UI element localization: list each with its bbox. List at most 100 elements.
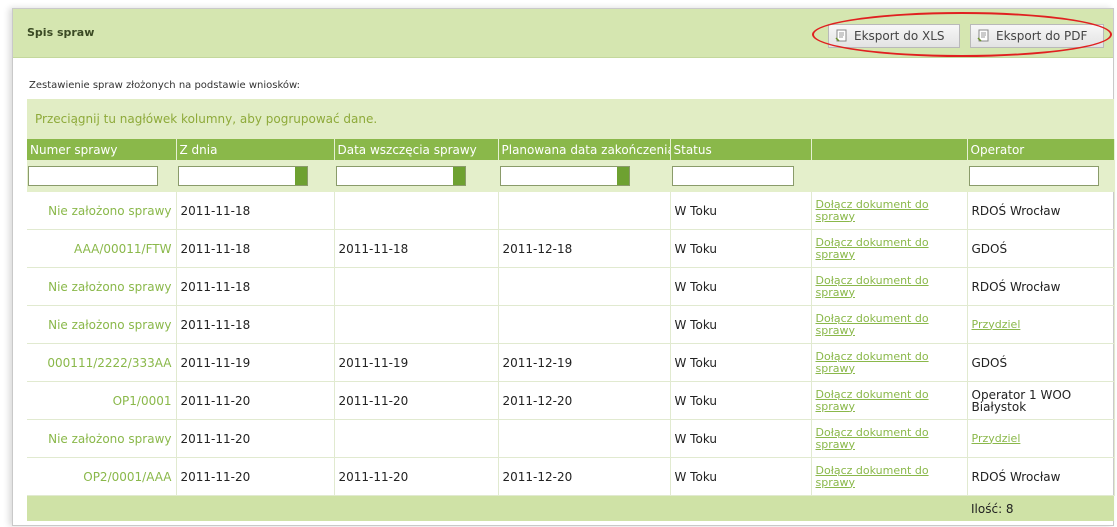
attach-document-link[interactable]: Dołącz dokument do sprawy (816, 236, 963, 261)
planned-date-cell: 2011-12-18 (498, 229, 671, 268)
status-cell: W Toku (670, 457, 812, 496)
case-table: Numer sprawy Z dnia Data wszczęcia spraw… (27, 139, 1115, 521)
attach-document-link[interactable]: Dołącz dokument do sprawy (816, 464, 963, 489)
case-number-cell: AAA/00011/FTW (27, 229, 177, 268)
table-row[interactable]: 000111/2222/333AA 2011-11-19 2011-11-19 201… (27, 343, 1115, 382)
export-xls-label: Eksport do XLS (854, 29, 945, 43)
filter-status-input[interactable] (671, 166, 794, 186)
operator-cell: RDOŚ Wrocław (967, 457, 1115, 496)
export-pdf-button[interactable]: Eksport do PDF (970, 24, 1104, 48)
planned-date-cell (498, 419, 671, 458)
attach-document-link[interactable]: Dołącz dokument do sprawy (816, 426, 963, 451)
date-cell: 2011-11-20 (176, 381, 335, 420)
case-list-panel: Spis spraw Eksport do XLS Eksport do PDF… (12, 8, 1115, 526)
operator-cell: RDOŚ Wrocław (967, 267, 1115, 306)
attach-document-link-cell: Dołącz dokument do sprawy (811, 457, 968, 496)
attach-document-link-cell: Dołącz dokument do sprawy (811, 267, 968, 306)
filter-numer-input[interactable] (28, 166, 158, 186)
case-number-cell: Nie założono sprawy (27, 267, 177, 306)
operator-cell: RDOŚ Wrocław (967, 192, 1115, 230)
date-cell: 2011-11-18 (176, 192, 335, 230)
status-cell: W Toku (670, 229, 812, 268)
start-date-cell: 2011-11-20 (334, 381, 499, 420)
export-xls-button[interactable]: Eksport do XLS (828, 24, 960, 48)
case-number-cell: Nie założono sprawy (27, 305, 177, 344)
table-row[interactable]: Nie założono sprawy 2011-11-18 W Toku Dołąc… (27, 305, 1115, 344)
table-row[interactable]: Nie założono sprawy 2011-11-18 W Toku Dołąc… (27, 267, 1115, 306)
column-header-z-dnia[interactable]: Z dnia (176, 139, 335, 160)
planned-date-cell (498, 192, 671, 230)
filter-wszczecie-input[interactable] (335, 166, 466, 186)
case-number-cell: OP2/0001/AAA (27, 457, 177, 496)
column-header-status[interactable]: Status (670, 139, 812, 160)
status-cell: W Toku (670, 305, 812, 344)
date-cell: 2011-11-19 (176, 343, 335, 382)
table-row[interactable]: AAA/00011/FTW 2011-11-18 2011-11-18 2011-12… (27, 229, 1115, 268)
operator-cell: GDOŚ (967, 229, 1115, 268)
start-date-cell: 2011-11-20 (334, 457, 499, 496)
export-document-icon (977, 29, 991, 43)
assign-link[interactable]: Przydziel (972, 432, 1110, 445)
date-picker-button[interactable] (616, 167, 629, 185)
case-number-cell: Nie założono sprawy (27, 192, 177, 230)
column-header-operator[interactable]: Operator (967, 139, 1115, 160)
case-number-cell: Nie założono sprawy (27, 419, 177, 458)
status-cell: W Toku (670, 381, 812, 420)
attach-document-link[interactable]: Dołącz dokument do sprawy (816, 388, 963, 413)
start-date-cell: 2011-11-18 (334, 229, 499, 268)
attach-document-link-cell: Dołącz dokument do sprawy (811, 381, 968, 420)
date-picker-button[interactable] (452, 167, 465, 185)
start-date-cell: 2011-11-19 (334, 343, 499, 382)
date-cell: 2011-11-18 (176, 305, 335, 344)
planned-date-cell: 2011-12-20 (498, 381, 671, 420)
case-number-cell: 000111/2222/333AA (27, 343, 177, 382)
operator-cell: GDOŚ (967, 343, 1115, 382)
case-number-cell: OP1/0001 (27, 381, 177, 420)
planned-date-cell (498, 305, 671, 344)
column-header-numer[interactable]: Numer sprawy (27, 139, 177, 160)
attach-document-link-cell: Dołącz dokument do sprawy (811, 229, 968, 268)
attach-document-link[interactable]: Dołącz dokument do sprawy (816, 198, 963, 223)
table-row[interactable]: OP2/0001/AAA 2011-11-20 2011-11-20 2011-12-… (27, 457, 1115, 496)
planned-date-cell: 2011-12-20 (498, 457, 671, 496)
start-date-cell (334, 267, 499, 306)
assign-link-cell: Przydziel (967, 305, 1115, 344)
column-header-action (811, 139, 968, 160)
attach-document-link-cell: Dołącz dokument do sprawy (811, 343, 968, 382)
attach-document-link[interactable]: Dołącz dokument do sprawy (816, 350, 963, 375)
attach-document-link[interactable]: Dołącz dokument do sprawy (816, 312, 963, 337)
date-picker-button[interactable] (294, 167, 307, 185)
case-grid: Przeciągnij tu nagłówek kolumny, aby pog… (27, 99, 1115, 521)
attach-document-link[interactable]: Dołącz dokument do sprawy (816, 274, 963, 299)
panel-header: Spis spraw Eksport do XLS Eksport do PDF (13, 9, 1113, 58)
filter-z-dnia-input[interactable] (177, 166, 308, 186)
status-cell: W Toku (670, 419, 812, 458)
filter-planowana-input[interactable] (499, 166, 630, 186)
export-pdf-label: Eksport do PDF (996, 29, 1088, 43)
table-row[interactable]: Nie założono sprawy 2011-11-20 W Toku Dołąc… (27, 419, 1115, 458)
table-row[interactable]: OP1/0001 2011-11-20 2011-11-20 2011-12-20 W … (27, 381, 1115, 420)
date-cell: 2011-11-20 (176, 419, 335, 458)
date-cell: 2011-11-20 (176, 457, 335, 496)
start-date-cell (334, 192, 499, 230)
column-header-planowana[interactable]: Planowana data zakończenia (498, 139, 671, 160)
planned-date-cell (498, 267, 671, 306)
status-cell: W Toku (670, 192, 812, 230)
date-cell: 2011-11-18 (176, 267, 335, 306)
column-header-wszczecie[interactable]: Data wszczęcia sprawy (334, 139, 499, 160)
attach-document-link-cell: Dołącz dokument do sprawy (811, 192, 968, 230)
filter-operator-input[interactable] (968, 166, 1099, 186)
filter-row (27, 160, 1115, 192)
assign-link[interactable]: Przydziel (972, 318, 1110, 331)
start-date-cell (334, 305, 499, 344)
attach-document-link-cell: Dołącz dokument do sprawy (811, 419, 968, 458)
list-description: Zestawienie spraw złożonych na podstawie… (29, 80, 301, 91)
export-document-icon (835, 29, 849, 43)
footer-row: Ilość: 8 (27, 495, 1114, 521)
status-cell: W Toku (670, 343, 812, 382)
group-by-panel[interactable]: Przeciągnij tu nagłówek kolumny, aby pog… (27, 99, 1114, 139)
attach-document-link-cell: Dołącz dokument do sprawy (811, 305, 968, 344)
status-cell: W Toku (670, 267, 812, 306)
assign-link-cell: Przydziel (967, 419, 1115, 458)
table-row[interactable]: Nie założono sprawy 2011-11-18 W Toku Dołąc… (27, 192, 1115, 230)
